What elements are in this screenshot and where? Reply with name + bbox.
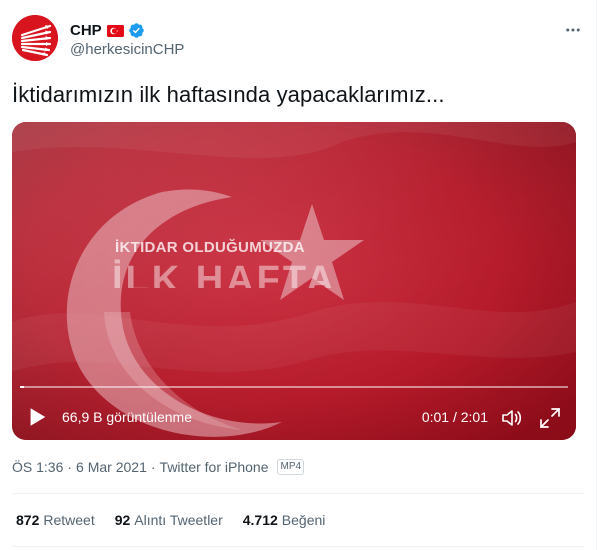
tweet-time[interactable]: ÖS 1:36 [12, 459, 63, 475]
video-progress-fill [20, 386, 25, 388]
author-info: CHP @herkesicinCHP [70, 20, 184, 59]
tweet-meta: ÖS 1:36 · 6 Mar 2021 · Twitter for iPhon… [12, 459, 305, 475]
avatar[interactable] [12, 15, 58, 61]
play-icon [30, 408, 46, 426]
turkey-flag-icon [106, 24, 124, 37]
divider [12, 493, 585, 494]
author-name-row: CHP [70, 20, 184, 40]
tweet-text: İktidarımızın ilk haftasında yapacakları… [12, 82, 445, 107]
volume-button[interactable] [500, 406, 524, 430]
fullscreen-button[interactable] [538, 406, 562, 430]
quote-tweets-stat[interactable]: 92 Alıntı Tweetler [115, 512, 223, 528]
more-options-icon [566, 28, 580, 32]
author-handle[interactable]: @herkesicinCHP [70, 41, 184, 58]
mp4-badge: MP4 [277, 459, 305, 475]
divider [12, 546, 585, 547]
more-options-button[interactable] [561, 18, 585, 42]
likes-label: Beğeni [281, 512, 326, 528]
tweet-source[interactable]: Twitter for iPhone [160, 459, 269, 475]
retweets-stat[interactable]: 872 Retweet [16, 512, 95, 528]
retweets-count: 872 [16, 512, 40, 528]
meta-separator: · [67, 459, 73, 475]
chp-logo-icon [12, 15, 58, 61]
video-progress-bar[interactable] [20, 386, 568, 388]
tweet-header: CHP @herkesicinCHP [12, 12, 585, 64]
verified-badge-icon [128, 22, 145, 39]
likes-count: 4.712 [242, 512, 278, 528]
engagement-stats: 872 Retweet 92 Alıntı Tweetler 4.712 Beğ… [16, 512, 345, 528]
tweet-date[interactable]: 6 Mar 2021 [76, 459, 147, 475]
video-time: 0:01 / 2:01 [421, 409, 488, 425]
play-button[interactable] [26, 406, 48, 428]
video-overlay-title: İLK HAFTA [112, 259, 337, 288]
view-count: 66,9 B görüntülenme [62, 409, 192, 425]
likes-stat[interactable]: 4.712 Beğeni [243, 512, 326, 528]
video-player[interactable]: İKTIDAR OLDUĞUMUZDA İLK HAFTA 66,9 B gör… [12, 122, 576, 440]
quote-tweets-label: Alıntı Tweetler [134, 512, 223, 528]
meta-separator: · [150, 459, 156, 475]
quote-tweets-count: 92 [114, 512, 131, 528]
video-controls: 66,9 B görüntülenme 0:01 / 2:01 [12, 402, 576, 432]
video-overlay-caption: İKTIDAR OLDUĞUMUZDA [115, 239, 305, 256]
volume-icon [502, 410, 522, 426]
tweet-page: CHP @herkesicinCHP İktidarımızın ilk haf… [0, 0, 597, 550]
author-display-name[interactable]: CHP [70, 22, 102, 39]
retweets-label: Retweet [43, 512, 95, 528]
fullscreen-icon [540, 408, 560, 428]
